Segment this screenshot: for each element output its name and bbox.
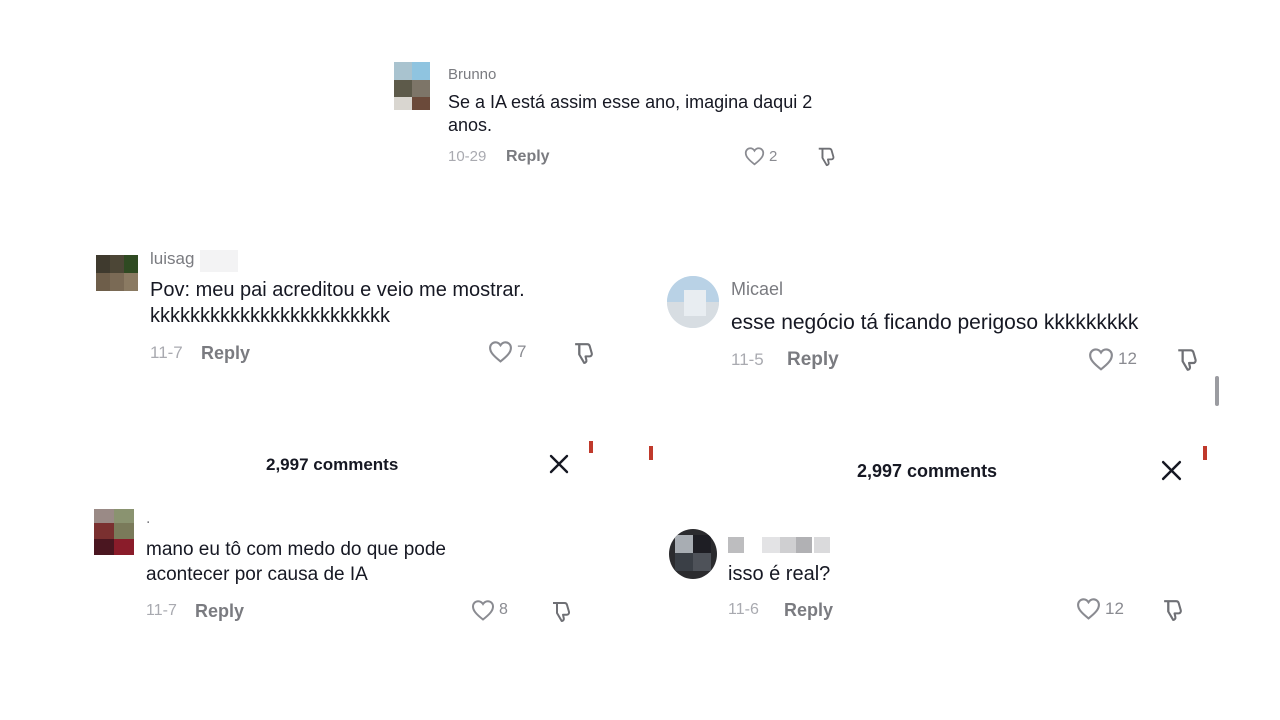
username-redaction <box>728 537 744 553</box>
heart-outline-icon <box>471 599 495 621</box>
scrollbar[interactable] <box>1215 376 1219 406</box>
comment-text: esse negócio tá ficando perigoso kkkkkkk… <box>731 311 1139 334</box>
like-count: 12 <box>1105 598 1124 618</box>
like-count: 12 <box>1118 349 1137 368</box>
comment-text: mano eu tô com medo do que pode acontece… <box>146 539 446 585</box>
like-button[interactable]: 12 <box>1076 597 1124 620</box>
like-button[interactable]: 12 <box>1088 347 1137 371</box>
comment-date: 11-6 <box>728 601 759 618</box>
close-button[interactable] <box>548 453 570 480</box>
avatar[interactable] <box>669 529 717 579</box>
like-button[interactable]: 2 <box>744 146 777 166</box>
like-button[interactable]: 7 <box>488 340 526 363</box>
reply-button[interactable]: Reply <box>784 600 833 621</box>
close-x-icon <box>1160 460 1183 486</box>
reply-button[interactable]: Reply <box>787 349 839 371</box>
username-redaction <box>780 537 796 553</box>
dislike-button[interactable] <box>572 340 597 365</box>
username[interactable]: . <box>146 510 150 528</box>
panel-corner-mark <box>649 446 653 460</box>
dislike-button[interactable] <box>816 145 838 167</box>
username[interactable]: Brunno <box>448 66 496 83</box>
thumbs-down-icon <box>1175 346 1201 372</box>
heart-outline-icon <box>1076 597 1101 620</box>
like-button[interactable]: 8 <box>471 599 508 621</box>
reply-button[interactable]: Reply <box>201 343 250 364</box>
dislike-button[interactable] <box>550 599 574 623</box>
dislike-button[interactable] <box>1161 597 1186 622</box>
username-redaction <box>762 537 780 553</box>
comment-date: 11-7 <box>146 602 177 619</box>
username-redaction <box>814 537 830 553</box>
heart-outline-icon <box>488 340 513 363</box>
like-count: 2 <box>769 147 778 165</box>
username-redaction <box>200 250 238 272</box>
username-redaction <box>796 537 812 553</box>
thumbs-down-icon <box>572 340 597 365</box>
heart-outline-icon <box>1088 347 1114 371</box>
avatar[interactable] <box>94 509 134 555</box>
panel-corner-mark <box>589 441 593 453</box>
panel-corner-mark <box>1203 446 1207 460</box>
comment-text: isso é real? <box>728 563 831 585</box>
avatar[interactable] <box>96 255 138 291</box>
comment-date: 11-7 <box>150 343 183 362</box>
close-button[interactable] <box>1160 459 1183 487</box>
comments-count-title: 2,997 comments <box>266 455 399 474</box>
reply-button[interactable]: Reply <box>195 601 244 622</box>
username[interactable]: luisag <box>150 249 194 269</box>
reply-button[interactable]: Reply <box>506 148 550 166</box>
thumbs-down-icon <box>816 145 838 167</box>
like-count: 7 <box>517 341 527 361</box>
dislike-button[interactable] <box>1175 346 1201 372</box>
comment-date: 10-29 <box>448 148 487 165</box>
thumbs-down-icon <box>550 599 574 623</box>
like-count: 8 <box>499 601 508 618</box>
avatar[interactable] <box>667 276 719 328</box>
comments-count-title: 2,997 comments <box>857 461 998 481</box>
close-x-icon <box>548 454 570 479</box>
comment-date: 11-5 <box>731 350 764 369</box>
thumbs-down-icon <box>1161 597 1186 622</box>
username[interactable]: Micael <box>731 279 783 300</box>
comment-text: Pov: meu pai acreditou e veio me mostrar… <box>150 279 525 327</box>
avatar[interactable] <box>394 62 430 110</box>
heart-outline-icon <box>744 146 765 166</box>
comment-text: Se a IA está assim esse ano, imagina daq… <box>448 92 813 136</box>
